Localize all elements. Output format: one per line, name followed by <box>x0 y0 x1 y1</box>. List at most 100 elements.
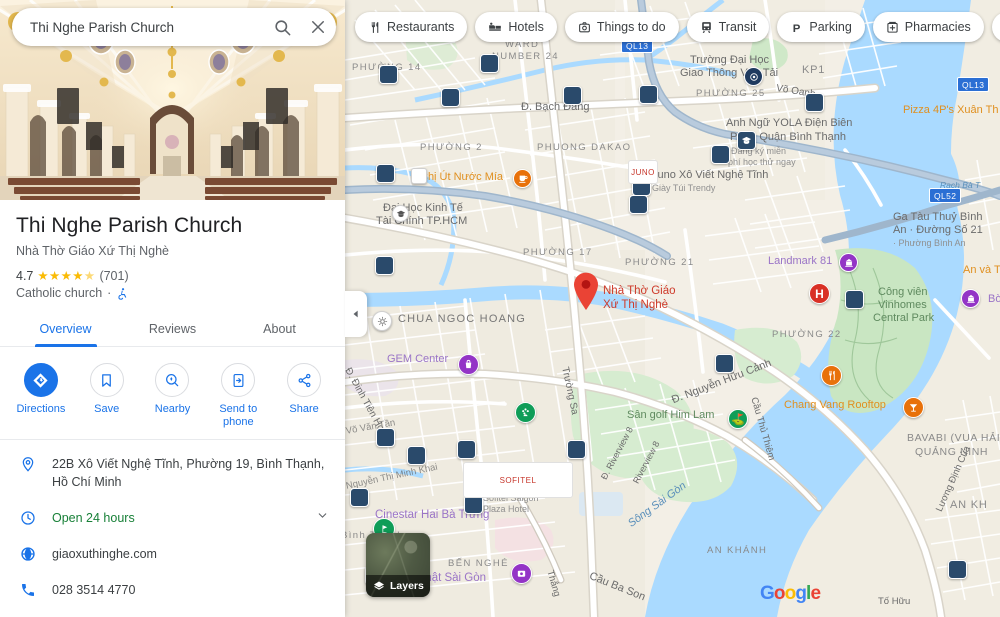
tab-about[interactable]: About <box>226 314 333 346</box>
chip-atms[interactable]: ATMs <box>991 12 1000 42</box>
directions-icon <box>23 363 58 397</box>
place-poi-marker[interactable] <box>411 168 427 184</box>
selected-place-pin[interactable] <box>572 271 600 311</box>
transit-station-marker[interactable] <box>480 54 499 73</box>
clock-icon <box>18 509 38 526</box>
panel-collapse-button[interactable] <box>345 291 367 337</box>
review-count[interactable]: (701) <box>99 269 128 283</box>
send-to-phone-icon <box>221 363 256 397</box>
golf-poi-marker[interactable]: ⛳ <box>728 409 748 429</box>
place-category: Catholic church <box>16 286 103 300</box>
send-to-phone-button[interactable]: Send to phone <box>209 363 267 429</box>
phone-icon <box>18 581 38 598</box>
highway-shield: QL52 <box>929 188 962 203</box>
transit-station-marker[interactable] <box>845 290 864 309</box>
website-row[interactable]: giaoxuthinghe.com <box>0 536 345 572</box>
chip-label: Transit <box>718 20 757 34</box>
school-poi-marker[interactable] <box>737 131 756 150</box>
chip-label: Pharmacies <box>904 20 971 34</box>
action-buttons: Directions Save Nearby Send to phone Sha… <box>0 347 345 440</box>
hours-text: Open 24 hours <box>52 511 135 525</box>
transit-station-marker[interactable] <box>711 145 730 164</box>
directions-button[interactable]: Directions <box>12 363 70 429</box>
attraction-poi-marker[interactable] <box>511 563 532 584</box>
store-logo-marker[interactable]: JUNO <box>628 160 658 184</box>
chip-parking[interactable]: P Parking <box>777 12 865 42</box>
chip-hotels[interactable]: Hotels <box>475 12 557 42</box>
chip-label: Hotels <box>508 20 544 34</box>
google-watermark: Google <box>760 583 821 604</box>
website-text: giaoxuthinghe.com <box>52 547 157 561</box>
share-button[interactable]: Share <box>275 363 333 429</box>
university-poi-marker[interactable] <box>392 205 409 222</box>
rating-row: 4.7 ★★★★★ (701) <box>0 258 345 284</box>
transit-station-marker[interactable] <box>375 256 394 275</box>
transit-station-marker[interactable] <box>629 195 648 214</box>
chevron-down-icon[interactable] <box>316 509 329 527</box>
layers-button[interactable]: Layers <box>366 533 430 597</box>
transit-station-marker[interactable] <box>715 354 734 373</box>
hospital-poi-marker[interactable]: H <box>809 283 830 304</box>
save-button[interactable]: Save <box>78 363 136 429</box>
nearby-search-icon <box>155 363 190 397</box>
park-poi-marker[interactable] <box>515 402 536 423</box>
restaurant-poi-marker[interactable] <box>821 365 842 386</box>
tab-reviews[interactable]: Reviews <box>119 314 226 346</box>
bookmark-icon <box>89 363 124 397</box>
chip-restaurants[interactable]: Restaurants <box>355 12 468 42</box>
university-poi-marker[interactable] <box>744 67 763 86</box>
phone-row[interactable]: 028 3514 4770 <box>0 572 345 608</box>
transit-station-marker[interactable] <box>805 93 824 112</box>
parking-icon: P <box>793 22 801 33</box>
address-row[interactable]: 22B Xô Viết Nghệ Tĩnh, Phường 19, Bình T… <box>0 446 345 500</box>
transit-station-marker[interactable] <box>948 560 967 579</box>
transit-station-marker[interactable] <box>350 488 369 507</box>
separator-dot: · <box>107 286 112 300</box>
transit-station-marker[interactable] <box>563 86 582 105</box>
transit-station-marker[interactable] <box>457 440 476 459</box>
landmark-poi-marker[interactable] <box>839 253 858 272</box>
hours-row[interactable]: Open 24 hours <box>0 500 345 536</box>
layers-label: Layers <box>390 580 424 592</box>
highway-shield: QL13 <box>957 77 990 92</box>
place-title: Thi Nghe Parish Church <box>16 214 243 237</box>
hotel-icon <box>489 22 502 31</box>
tab-overview[interactable]: Overview <box>12 314 119 346</box>
hotel-logo-marker[interactable]: SOFITEL <box>463 462 573 498</box>
search-bar[interactable] <box>12 8 336 46</box>
restaurant-icon <box>371 21 379 33</box>
bar-poi-marker[interactable] <box>903 397 924 418</box>
search-icon[interactable] <box>264 8 300 46</box>
search-input[interactable] <box>12 19 264 35</box>
chip-things-to-do[interactable]: Things to do <box>564 12 679 42</box>
temple-poi-marker[interactable] <box>372 311 392 331</box>
transit-station-marker[interactable] <box>567 440 586 459</box>
transit-station-marker[interactable] <box>441 88 460 107</box>
transit-icon <box>701 21 711 33</box>
transit-station-marker[interactable] <box>639 85 658 104</box>
transit-station-marker[interactable] <box>379 65 398 84</box>
nearby-label: Nearby <box>154 403 191 415</box>
nearby-button[interactable]: Nearby <box>143 363 201 429</box>
chip-transit[interactable]: Transit <box>686 12 770 42</box>
location-pin-icon <box>18 455 38 472</box>
transit-station-marker[interactable] <box>376 428 395 447</box>
address-text: 22B Xô Viết Nghệ Tĩnh, Phường 19, Bình T… <box>52 457 325 489</box>
landmark-poi-marker[interactable] <box>961 289 980 308</box>
chip-pharmacies[interactable]: Pharmacies <box>872 12 984 42</box>
star-rating-icon: ★★★★★ <box>37 269 96 283</box>
transit-station-marker[interactable] <box>376 164 395 183</box>
chip-label: Parking <box>809 20 852 34</box>
place-subtitle: Nhà Thờ Giáo Xứ Thị Nghè <box>16 244 169 258</box>
chip-label: Things to do <box>596 20 666 34</box>
camera-icon <box>578 21 590 32</box>
close-icon[interactable] <box>300 8 336 46</box>
place-info-card: Thi Nghe Parish Church Nhà Thờ Giáo Xứ T… <box>0 200 345 617</box>
cafe-poi-marker[interactable] <box>513 169 532 188</box>
transit-station-marker[interactable] <box>407 446 426 465</box>
plus-code-row[interactable]: QPV5+79 Binh Thanh, Ho Chi Minh City <box>0 608 345 617</box>
shopping-poi-marker[interactable] <box>458 354 479 375</box>
save-label: Save <box>94 403 120 415</box>
directions-label: Directions <box>16 403 66 415</box>
map-canvas[interactable]: Restaurants Hotels Things to do Transit … <box>345 0 1000 617</box>
